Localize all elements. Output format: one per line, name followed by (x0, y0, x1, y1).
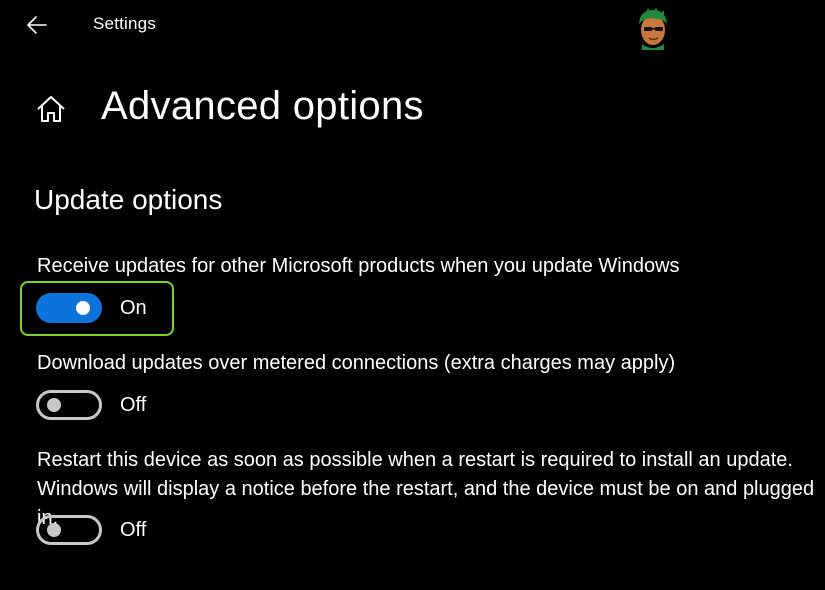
toggle-state-label: Off (120, 393, 147, 416)
title-bar: Settings (0, 0, 825, 50)
watermark-logo (639, 7, 667, 50)
page-title: Advanced options (101, 84, 424, 128)
settings-window: Settings Advanced options Update options… (0, 0, 825, 590)
toggle-state-label: Off (120, 518, 147, 541)
toggle-knob (76, 301, 90, 315)
home-icon[interactable] (36, 94, 66, 124)
setting-label-metered: Download updates over metered connection… (37, 352, 676, 374)
toggle-state-label: On (120, 296, 147, 319)
setting-label-other-products: Receive updates for other Microsoft prod… (37, 255, 680, 277)
toggle-switch-restart[interactable] (36, 515, 102, 545)
back-button[interactable] (22, 10, 52, 40)
toggle-row-restart[interactable]: Off (36, 514, 146, 546)
toggle-row-other-products[interactable]: On (36, 292, 147, 324)
setting-label-restart: Restart this device as soon as possible … (37, 449, 815, 529)
toggle-switch-metered[interactable] (36, 390, 102, 420)
toggle-knob (47, 523, 61, 537)
back-arrow-icon (27, 16, 47, 34)
page-header: Advanced options (0, 78, 825, 138)
app-title: Settings (93, 14, 157, 33)
section-heading: Update options (34, 184, 223, 215)
toggle-row-metered[interactable]: Off (36, 389, 146, 421)
toggle-knob (47, 398, 61, 412)
toggle-switch-other-products[interactable] (36, 293, 102, 323)
